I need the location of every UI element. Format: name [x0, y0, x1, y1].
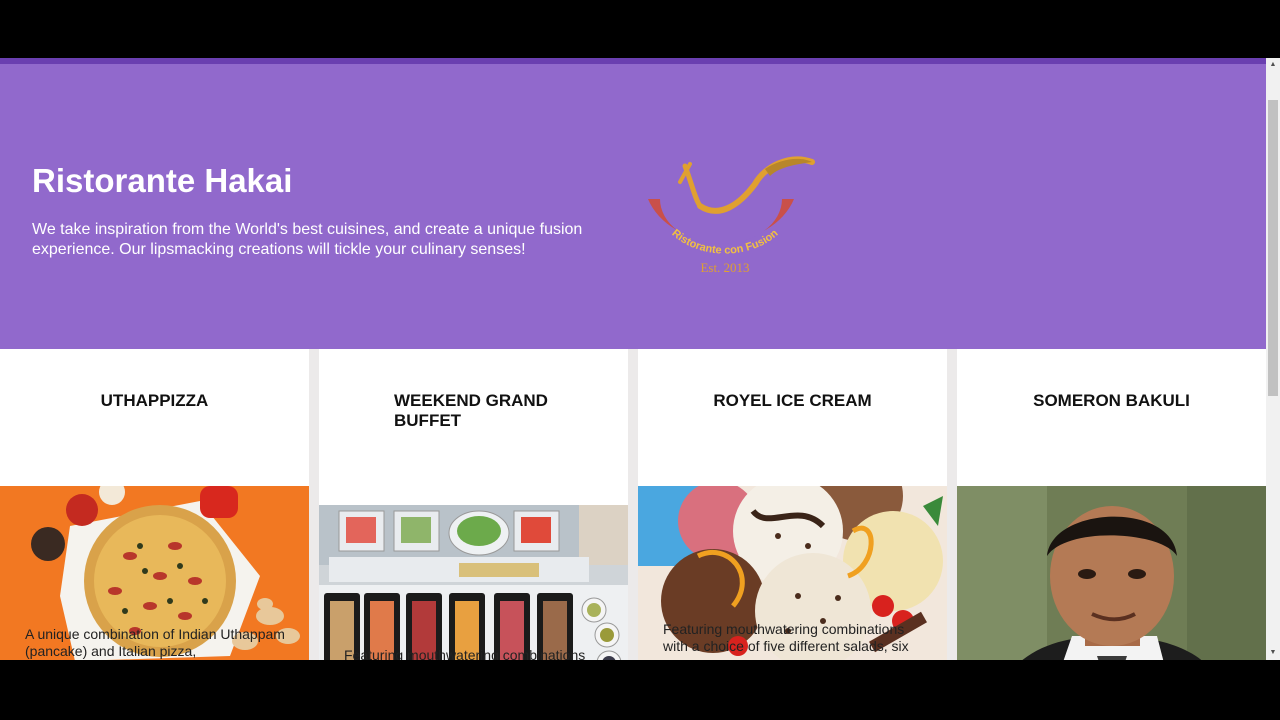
- scroll-thumb[interactable]: [1268, 100, 1278, 396]
- card-royel-ice-cream[interactable]: ROYEL ICE CREAM Featuring mouthwatering …: [638, 349, 947, 660]
- restaurant-logo: Ristorante con Fusion Est. 2013: [648, 156, 815, 274]
- vertical-scrollbar[interactable]: ▲ ▼: [1266, 58, 1280, 660]
- card-uthappizza[interactable]: UTHAPPIZZA A unique combination of India…: [0, 349, 309, 660]
- card-title: ROYEL ICE CREAM: [713, 391, 872, 410]
- logo-est-text: Est. 2013: [700, 260, 749, 274]
- logo-noodle-tail: [765, 158, 812, 176]
- video-frame: Ristorante Hakai We take inspiration fro…: [0, 58, 1280, 660]
- card-title: WEEKEND GRAND BUFFET: [394, 391, 548, 430]
- person-photo: [957, 486, 1266, 660]
- card-description: Featuring mouthwatering combinations: [344, 647, 586, 660]
- scroll-down-arrow[interactable]: ▼: [1266, 646, 1280, 660]
- card-description: Featuring mouthwatering combinations wit…: [663, 621, 909, 654]
- card-title: UTHAPPIZZA: [100, 391, 209, 410]
- card-someron-bakuli[interactable]: SOMERON BAKULI: [957, 349, 1266, 660]
- restaurant-title: Ristorante Hakai: [32, 162, 293, 199]
- card-title: SOMERON BAKULI: [1033, 391, 1190, 410]
- buffet-image: [319, 505, 628, 660]
- featured-cards: UTHAPPIZZA A unique combination of India…: [0, 349, 1266, 660]
- scroll-up-arrow[interactable]: ▲: [1266, 58, 1280, 72]
- jumbotron: Ristorante Hakai We take inspiration fro…: [0, 64, 1266, 349]
- card-description: A unique combination of Indian Uthappam …: [25, 626, 285, 659]
- card-weekend-grand-buffet[interactable]: WEEKEND GRAND BUFFET Featuring mouthwate…: [319, 349, 628, 660]
- restaurant-description: We take inspiration from the World's bes…: [32, 221, 583, 258]
- web-page: Ristorante Hakai We take inspiration fro…: [0, 58, 1266, 660]
